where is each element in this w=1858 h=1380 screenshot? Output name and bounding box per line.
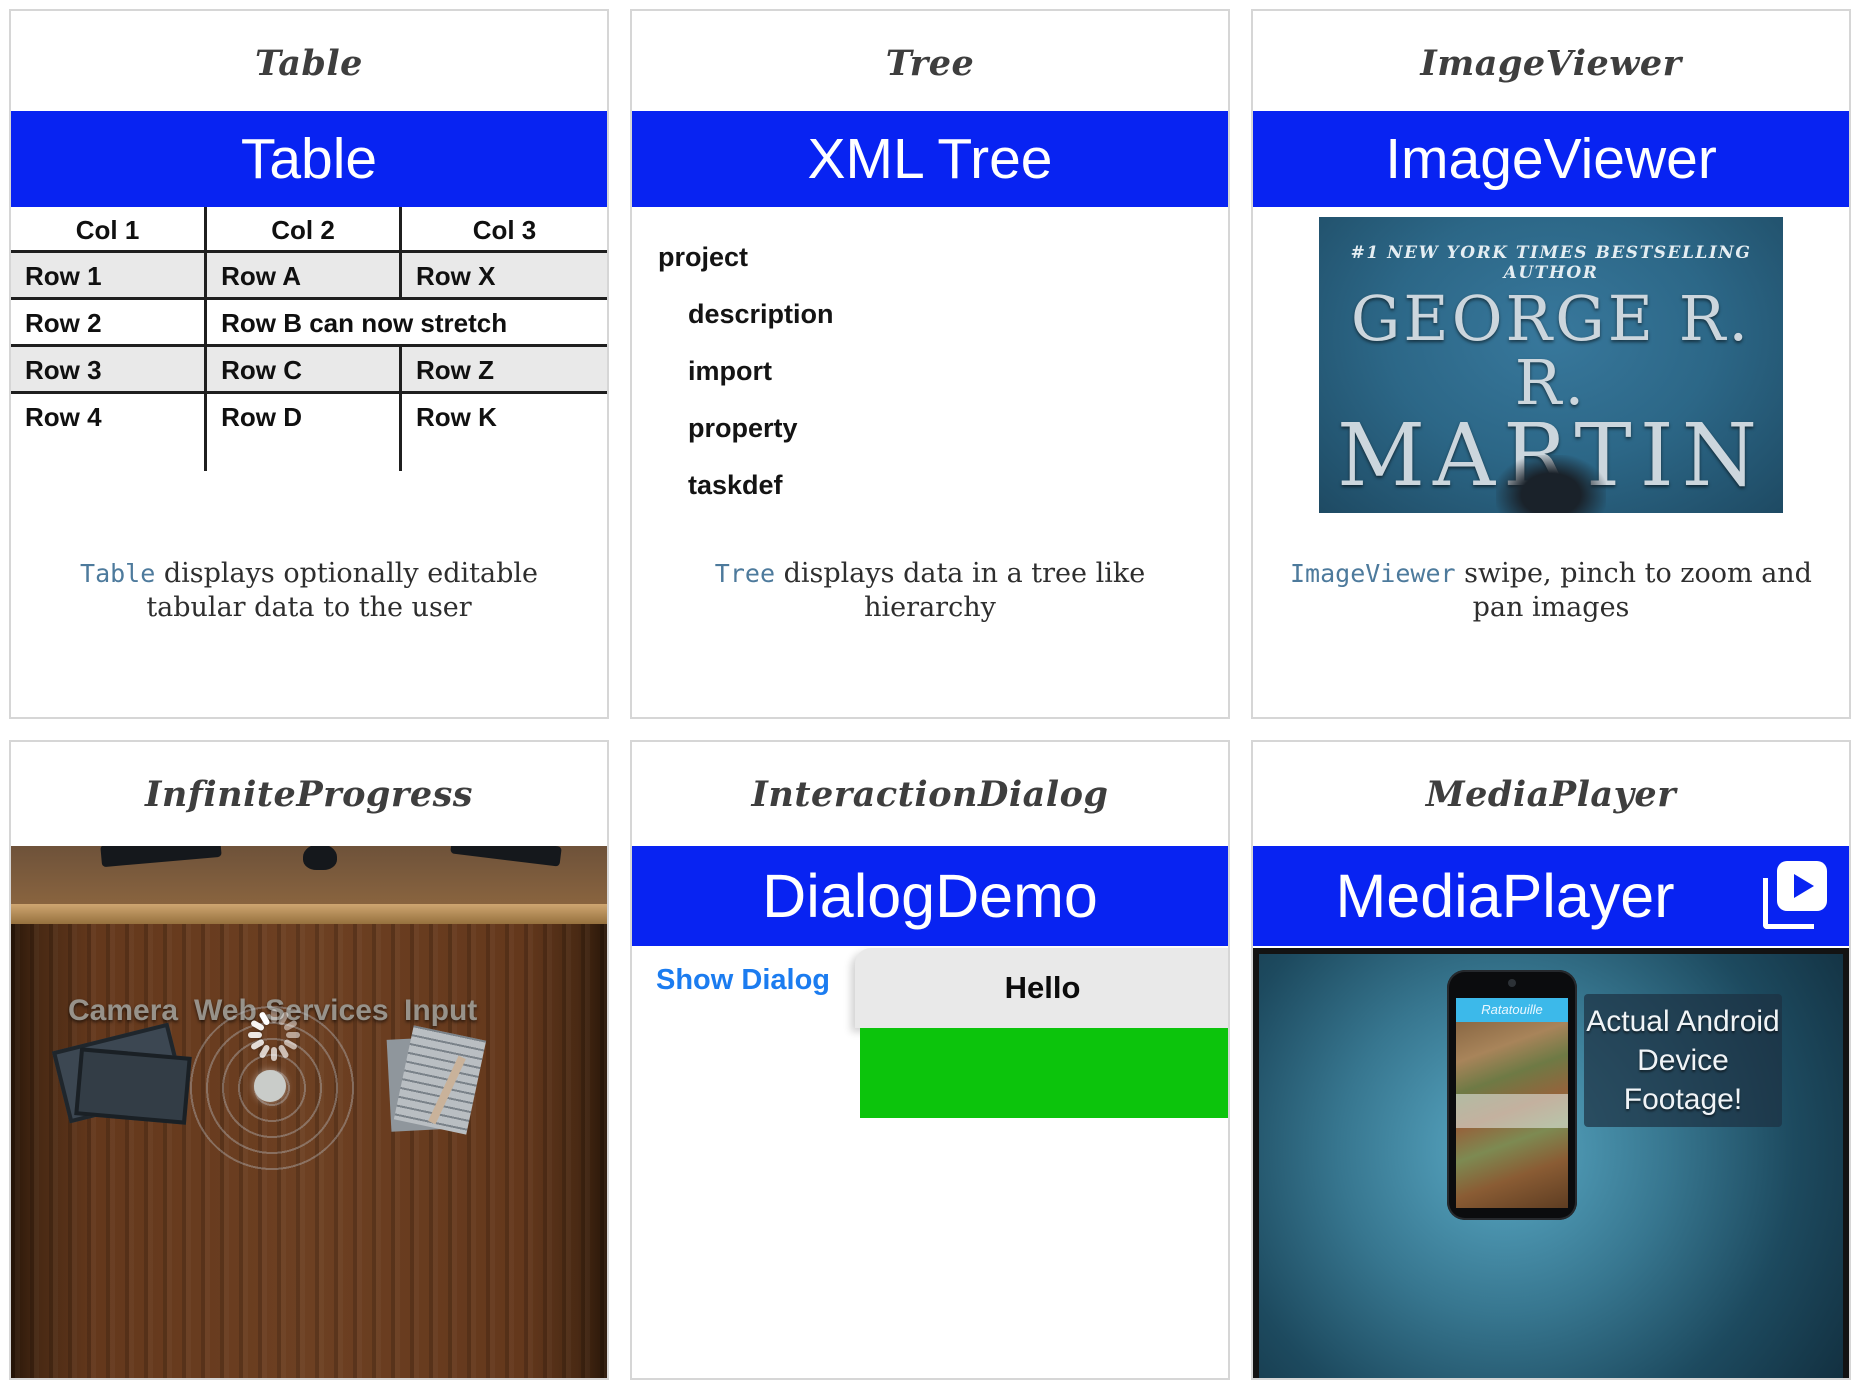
footage-line2: Device Footage! [1584,1041,1782,1119]
card-title: Tree [632,43,1228,85]
table-cell[interactable]: Row A [204,253,399,300]
table-row: Row 4 Row D Row K [11,394,607,441]
app-title-text: MediaPlayer [1253,861,1757,931]
app-title-text: ImageViewer [1385,126,1717,192]
play-triangle-shape [1794,874,1814,898]
app-title-bar: Table [11,111,607,207]
video-thumbnail[interactable]: Ratatouille Actual Android Device Footag… [1253,948,1849,1380]
table-cell-spanning[interactable]: Row B can now stretch [204,300,607,347]
desk-object [450,846,562,867]
caption-text: swipe, pinch to zoom and pan images [1456,558,1812,623]
card-caption: Tree displays data in a tree like hierar… [632,557,1228,625]
phone-app-bar: Ratatouille [1456,998,1568,1022]
desk-top-surface [11,846,607,904]
app-title-text: XML Tree [808,126,1053,192]
footage-line1: Actual Android [1584,1002,1782,1041]
tree-node-import[interactable]: import [632,343,1228,400]
table-cell[interactable]: Row C [204,347,399,394]
card-imageviewer: ImageViewer ImageViewer #1 NEW YORK TIME… [1251,9,1851,719]
app-title-bar: MediaPlayer [1253,846,1849,946]
table-header-row: Col 1 Col 2 Col 3 [11,207,607,253]
card-mediaplayer: MediaPlayer MediaPlayer Ratatouille Actu… [1251,740,1851,1380]
tree-node-property[interactable]: property [632,400,1228,457]
table-cell[interactable]: Row K [399,394,607,441]
shelf-label-input: Input [404,994,477,1028]
book-tagline: #1 NEW YORK TIMES BESTSELLING AUTHOR [1319,243,1783,283]
card-title: InfiniteProgress [11,774,607,816]
app-title-bar: XML Tree [632,111,1228,207]
app-title-bar: ImageViewer [1253,111,1849,207]
code-token: Table [80,559,155,588]
table-header-cell: Col 1 [11,207,204,253]
camera-lens-object [303,846,337,870]
card-infiniteprogress: InfiniteProgress Camera Web Services Inp… [9,740,609,1380]
table-cell[interactable]: Row 1 [11,253,204,300]
demo-table: Col 1 Col 2 Col 3 Row 1 Row A Row X Row … [11,207,607,471]
spinner-icon [246,1007,302,1063]
dialog-body [860,1028,1230,1118]
table-row: Row 3 Row C Row Z [11,347,607,394]
desk-object [100,846,221,867]
knight-figure [1496,455,1606,513]
tree-node-description[interactable]: description [632,286,1228,343]
photo-stack-icon [74,1047,192,1125]
phone-camera-dot [1508,979,1516,987]
table-header-cell: Col 3 [399,207,607,253]
phone-screen: Ratatouille [1456,998,1568,1208]
progress-demo-image[interactable]: Camera Web Services Input [11,846,607,1378]
interaction-dialog: Hello [855,948,1230,1118]
demo-tree: project description import property task… [632,229,1228,514]
card-interactiondialog: InteractionDialog DialogDemo Show Dialog… [630,740,1230,1380]
table-cell[interactable]: Row 4 [11,394,204,441]
table-header-cell: Col 2 [204,207,399,253]
app-title-text: Table [241,126,377,192]
table-cell[interactable]: Row D [204,394,399,441]
caption-text: displays optionally editable tabular dat… [146,558,538,623]
card-tree: Tree XML Tree project description import… [630,9,1230,719]
footage-callout: Actual Android Device Footage! [1584,994,1782,1127]
dialog-title: Hello [855,948,1230,1028]
card-table: Table Table Col 1 Col 2 Col 3 Row 1 Row … [9,9,609,719]
book-cover-image[interactable]: #1 NEW YORK TIMES BESTSELLING AUTHOR GEO… [1319,217,1783,513]
card-title: Table [11,43,607,85]
radar-center-icon [254,1070,286,1102]
card-caption: ImageViewer swipe, pinch to zoom and pan… [1253,557,1849,625]
code-token: Tree [715,559,775,588]
phone-mockup: Ratatouille [1447,970,1577,1220]
tree-node-project[interactable]: project [632,229,1228,286]
desk-front-edge [11,904,607,924]
table-cell[interactable]: Row Z [399,347,607,394]
app-title-bar: DialogDemo [632,846,1228,946]
table-cell[interactable]: Row 2 [11,300,204,347]
video-overlay-band [1456,1094,1568,1128]
caption-text: displays data in a tree like hierarchy [775,558,1145,623]
card-caption: Table displays optionally editable tabul… [11,557,607,625]
code-token: ImageViewer [1290,559,1456,588]
video-play-icon[interactable] [1757,861,1827,931]
table-column-lines [11,441,607,471]
book-author-line1: GEORGE R. R. [1319,287,1783,415]
card-title: ImageViewer [1253,43,1849,85]
app-title-text: DialogDemo [762,861,1098,931]
table-row: Row 1 Row A Row X [11,253,607,300]
shelf-label-camera: Camera [68,994,178,1028]
card-title: MediaPlayer [1253,774,1849,816]
table-row: Row 2 Row B can now stretch [11,300,607,347]
card-title: InteractionDialog [632,774,1228,816]
component-gallery: Table Table Col 1 Col 2 Col 3 Row 1 Row … [0,0,1858,1086]
table-cell[interactable]: Row X [399,253,607,300]
table-cell[interactable]: Row 3 [11,347,204,394]
show-dialog-link[interactable]: Show Dialog [656,964,830,997]
tree-node-taskdef[interactable]: taskdef [632,457,1228,514]
